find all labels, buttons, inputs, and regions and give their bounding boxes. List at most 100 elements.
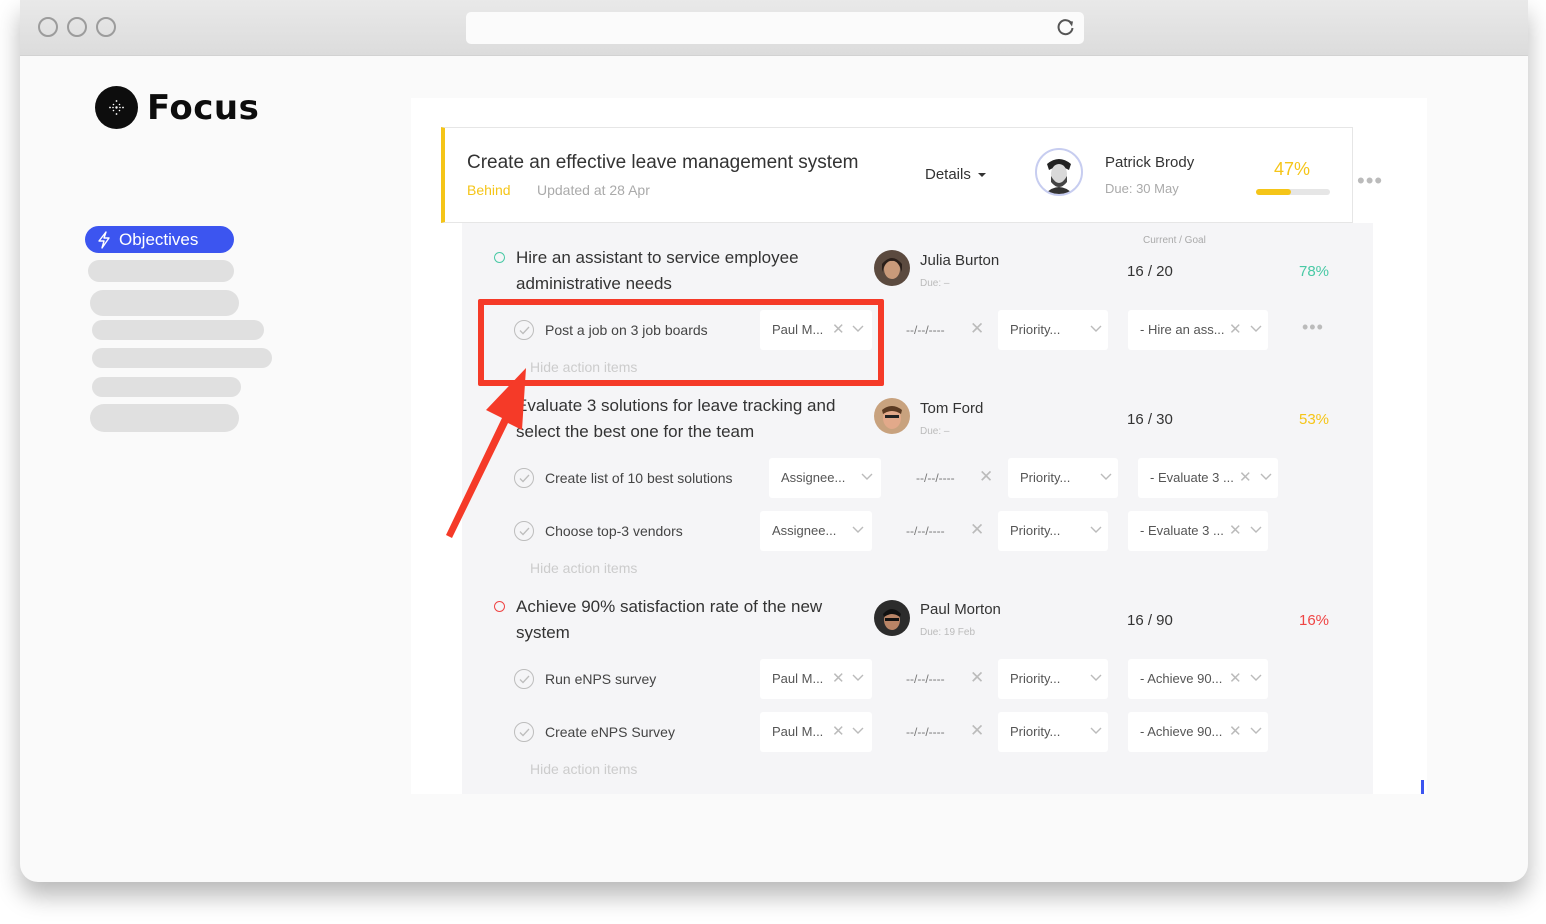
kr-status-icon xyxy=(494,252,505,263)
kr-due-date: Due: – xyxy=(920,426,950,437)
action-item-title[interactable]: Run eNPS survey xyxy=(545,671,656,687)
assignee-select[interactable]: Assignee... xyxy=(760,511,872,551)
key-result-select[interactable]: - Achieve 90... ✕ xyxy=(1128,659,1268,699)
sidebar-item-placeholder[interactable] xyxy=(92,377,241,397)
maximize-window-button[interactable] xyxy=(96,17,116,37)
kr-current-goal[interactable]: 16 / 90 xyxy=(1127,612,1173,629)
owner-avatar[interactable] xyxy=(1035,148,1083,196)
action-item-title[interactable]: Create eNPS Survey xyxy=(545,724,675,740)
app-logo[interactable]: Focus xyxy=(95,86,259,129)
priority-select[interactable]: Priority... xyxy=(1008,458,1118,498)
priority-select[interactable]: Priority... xyxy=(998,659,1108,699)
assignee-value: Paul M... xyxy=(772,671,824,686)
assignee-value: Paul M... xyxy=(772,724,824,739)
avatar[interactable] xyxy=(874,600,910,636)
key-result-value: - Achieve 90... xyxy=(1140,724,1223,739)
chevron-down-icon xyxy=(1250,674,1262,681)
close-icon[interactable]: ✕ xyxy=(1229,320,1242,338)
sidebar-item-objectives[interactable]: Objectives xyxy=(85,226,234,253)
status-badge: Behind xyxy=(467,182,511,198)
more-dots-icon[interactable]: ••• xyxy=(1302,317,1324,338)
key-result-value: - Achieve 90... xyxy=(1140,671,1223,686)
priority-select[interactable]: Priority... xyxy=(998,511,1108,551)
objective-progress-bar xyxy=(1256,189,1330,195)
assignee-select[interactable]: Paul M... ✕ xyxy=(760,712,872,752)
action-item-title[interactable]: Create list of 10 best solutions xyxy=(545,470,733,486)
key-result-select[interactable]: - Hire an ass... ✕ xyxy=(1128,310,1268,350)
chevron-down-icon xyxy=(1090,674,1102,681)
close-icon[interactable]: ✕ xyxy=(970,721,984,741)
due-date-field[interactable]: --/--/---- xyxy=(906,323,945,337)
sidebar-item-placeholder[interactable] xyxy=(90,290,239,316)
chevron-down-icon xyxy=(1090,526,1102,533)
close-window-button[interactable] xyxy=(38,17,58,37)
kr-due-date: Due: 19 Feb xyxy=(920,627,976,638)
check-circle-icon[interactable] xyxy=(514,669,534,689)
hide-action-items-link[interactable]: Hide action items xyxy=(530,761,637,777)
assignee-value: Assignee... xyxy=(781,470,846,485)
close-icon[interactable]: ✕ xyxy=(979,467,993,487)
kr-owner-name: Tom Ford xyxy=(920,400,984,417)
due-date-field[interactable]: --/--/---- xyxy=(906,672,945,686)
close-icon[interactable]: ✕ xyxy=(1229,521,1242,539)
more-dots-icon[interactable]: ••• xyxy=(1357,168,1383,194)
sidebar-item-placeholder[interactable] xyxy=(92,348,272,368)
key-result-select[interactable]: - Achieve 90... ✕ xyxy=(1128,712,1268,752)
minimize-window-button[interactable] xyxy=(67,17,87,37)
close-icon[interactable]: ✕ xyxy=(1229,669,1242,687)
kr-percent: 53% xyxy=(1299,411,1330,428)
kr-title[interactable]: Hire an assistant to service employee ad… xyxy=(516,245,856,297)
chevron-down-icon xyxy=(852,727,864,734)
address-bar[interactable] xyxy=(466,12,1084,44)
focus-logo-icon xyxy=(95,86,138,129)
chevron-down-icon xyxy=(1250,325,1262,332)
assignee-select[interactable]: Paul M... ✕ xyxy=(760,659,872,699)
chevron-down-icon xyxy=(1250,526,1262,533)
objective-progress-fill xyxy=(1256,189,1291,195)
avatar[interactable] xyxy=(874,398,910,434)
close-icon[interactable]: ✕ xyxy=(970,668,984,688)
priority-select[interactable]: Priority... xyxy=(998,712,1108,752)
objective-card[interactable]: Create an effective leave management sys… xyxy=(441,127,1382,223)
kr-title[interactable]: Evaluate 3 solutions for leave tracking … xyxy=(516,393,856,445)
sidebar-item-label: Objectives xyxy=(119,229,199,249)
close-icon[interactable]: ✕ xyxy=(832,722,845,740)
updated-timestamp: Updated at 28 Apr xyxy=(537,182,650,198)
close-icon[interactable]: ✕ xyxy=(1229,722,1242,740)
check-circle-icon[interactable] xyxy=(514,722,534,742)
sidebar-item-placeholder[interactable] xyxy=(88,260,234,282)
due-date-field[interactable]: --/--/---- xyxy=(916,471,955,485)
sidebar-item-placeholder[interactable] xyxy=(92,320,264,340)
sidebar-item-placeholder[interactable] xyxy=(90,404,239,432)
key-result-value: - Hire an ass... xyxy=(1140,322,1225,337)
owner-due-date: Due: 30 May xyxy=(1105,181,1179,196)
reload-icon[interactable] xyxy=(1056,17,1076,37)
kr-status-icon xyxy=(494,601,505,612)
chevron-down-icon xyxy=(1250,727,1262,734)
kr-current-goal[interactable]: 16 / 20 xyxy=(1127,263,1173,280)
close-icon[interactable]: ✕ xyxy=(970,319,984,339)
priority-select[interactable]: Priority... xyxy=(998,310,1108,350)
due-date-field[interactable]: --/--/---- xyxy=(906,725,945,739)
kr-percent: 16% xyxy=(1299,612,1330,629)
close-icon[interactable]: ✕ xyxy=(970,520,984,540)
chevron-down-icon xyxy=(1090,325,1102,332)
kr-title[interactable]: Achieve 90% satisfaction rate of the new… xyxy=(516,594,856,646)
key-result-select[interactable]: - Evaluate 3 ... ✕ xyxy=(1128,511,1268,551)
close-icon[interactable]: ✕ xyxy=(832,669,845,687)
key-result-select[interactable]: - Evaluate 3 ... ✕ xyxy=(1138,458,1278,498)
kr-current-goal[interactable]: 16 / 30 xyxy=(1127,411,1173,428)
annotation-arrow-icon xyxy=(446,368,526,538)
close-icon[interactable]: ✕ xyxy=(1239,468,1252,486)
objective-title[interactable]: Create an effective leave management sys… xyxy=(467,152,858,174)
browser-titlebar xyxy=(20,0,1528,56)
current-goal-header: Current / Goal xyxy=(1143,235,1206,246)
avatar[interactable] xyxy=(874,250,910,286)
assignee-select[interactable]: Assignee... xyxy=(769,458,881,498)
due-date-field[interactable]: --/--/---- xyxy=(906,524,945,538)
details-dropdown[interactable]: Details xyxy=(925,166,987,183)
hide-action-items-link[interactable]: Hide action items xyxy=(530,560,637,576)
action-item-title[interactable]: Choose top-3 vendors xyxy=(545,523,683,539)
kr-owner-name: Julia Burton xyxy=(920,252,1000,269)
scrollbar-thumb[interactable] xyxy=(1421,780,1424,794)
